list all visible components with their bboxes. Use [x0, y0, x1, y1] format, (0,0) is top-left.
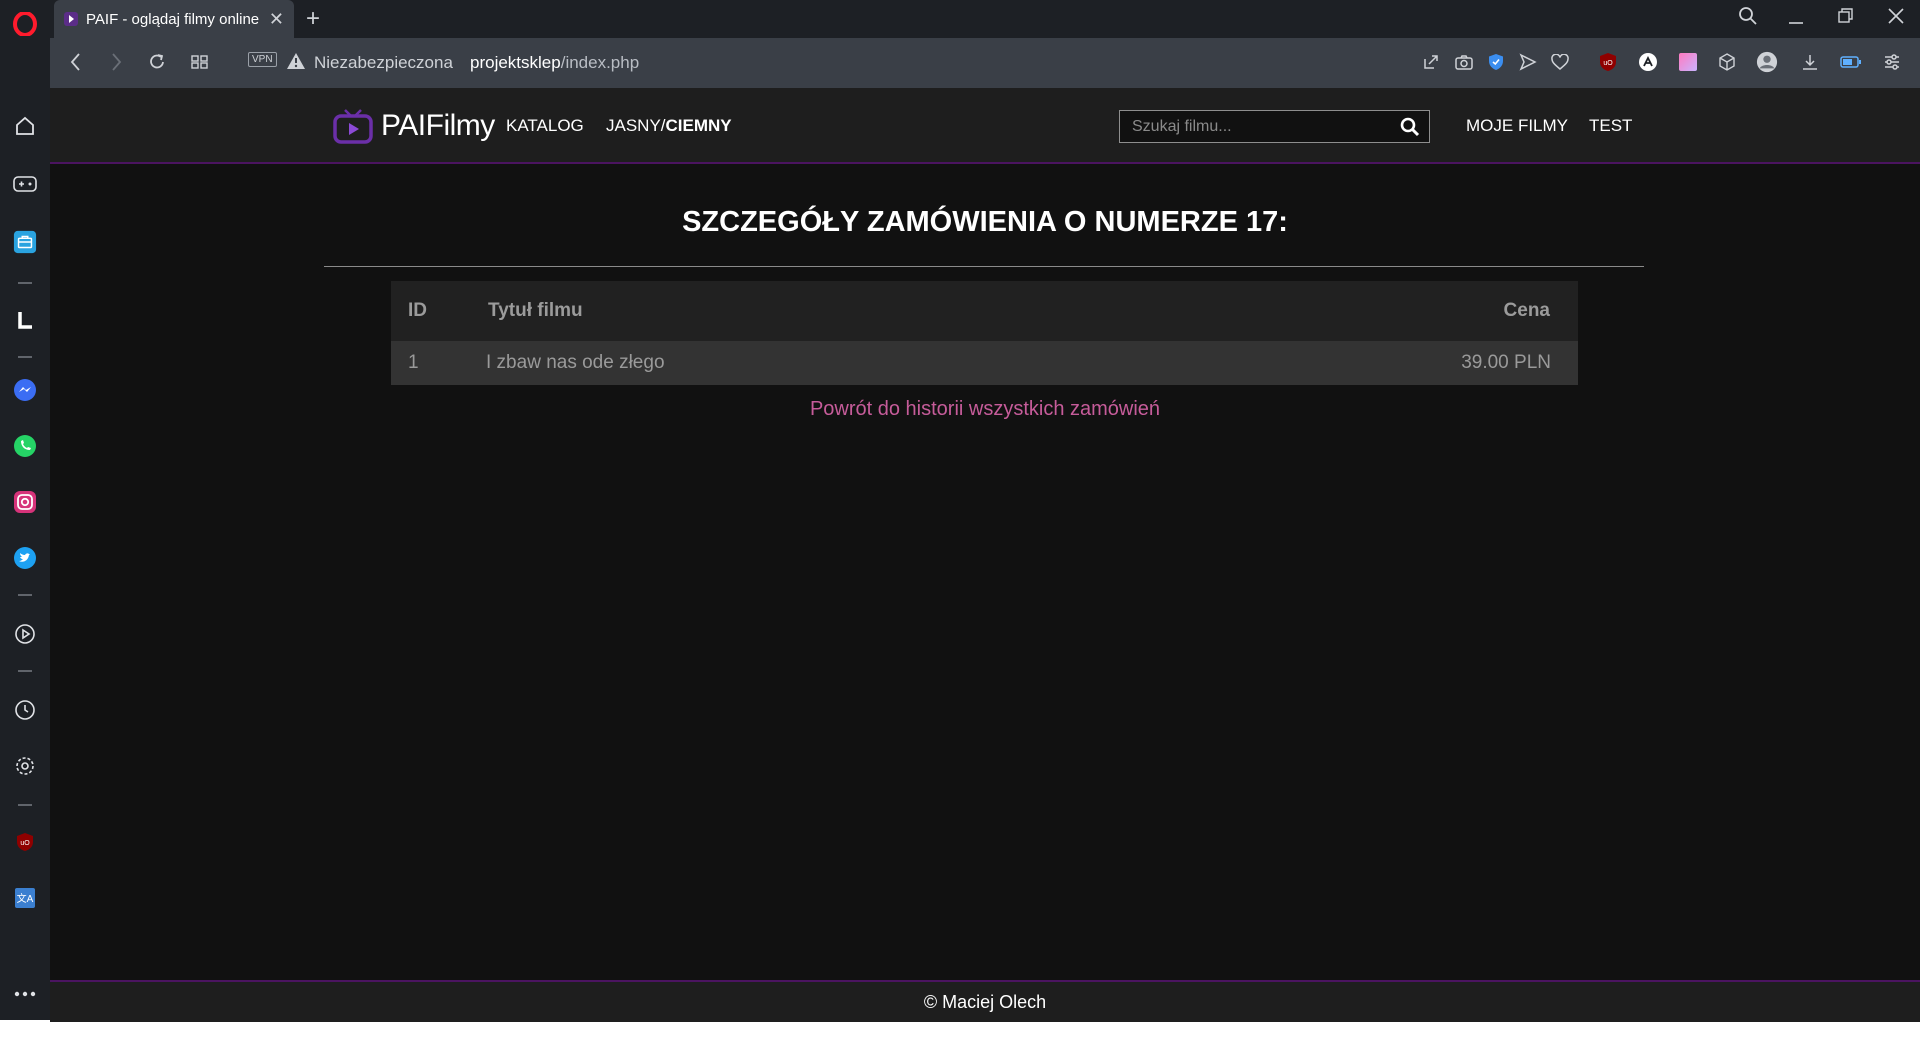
- heart-icon[interactable]: [1549, 51, 1571, 73]
- tab-strip: PAIF - oglądaj filmy online ✕ +: [50, 0, 1920, 38]
- table-header: ID Tytuł filmu Cena: [391, 281, 1578, 341]
- twitter-icon[interactable]: [13, 546, 37, 570]
- row-id: 1: [408, 352, 419, 373]
- browser-sidebar: uO 文A: [0, 0, 50, 1020]
- page-title: SZCZEGÓŁY ZAMÓWIENIA O NUMERZE 17:: [682, 206, 1288, 238]
- theme-dark-label: CIEMNY: [665, 116, 732, 135]
- nav-catalog-link[interactable]: KATALOG: [506, 116, 584, 136]
- web-page: PAIFilmy KATALOG JASNY/CIEMNY MOJE FILMY…: [50, 88, 1920, 1022]
- row-price: 39.00 PLN: [1461, 352, 1551, 373]
- close-window-icon[interactable]: [1886, 6, 1906, 32]
- nav-my-films-link[interactable]: MOJE FILMY: [1466, 116, 1568, 136]
- logo-text: PAIFilmy: [381, 109, 495, 142]
- sidebar-divider: [18, 804, 32, 806]
- sidebar-divider: [18, 356, 32, 358]
- security-status[interactable]: Niezabezpieczona: [314, 53, 453, 73]
- site-footer: © Maciej Olech: [50, 980, 1920, 1022]
- easy-setup-icon[interactable]: [1881, 51, 1903, 73]
- table-row: 1 I zbaw nas ode złego 39.00 PLN: [391, 341, 1578, 385]
- forward-icon[interactable]: [106, 50, 126, 80]
- history-icon[interactable]: [13, 698, 37, 722]
- search-icon[interactable]: [1400, 117, 1420, 142]
- svg-text:uO: uO: [20, 840, 30, 847]
- url-field[interactable]: projektsklep/index.php: [470, 53, 639, 73]
- messenger-icon[interactable]: [13, 378, 37, 402]
- nav-user-link[interactable]: TEST: [1589, 116, 1632, 136]
- close-tab-icon[interactable]: ✕: [269, 9, 284, 30]
- briefcase-icon[interactable]: [13, 230, 37, 254]
- row-title: I zbaw nas ode złego: [486, 352, 665, 373]
- search-input[interactable]: [1120, 111, 1404, 142]
- back-to-orders-link[interactable]: Powrót do historii wszystkich zamówień: [50, 398, 1920, 421]
- tv-play-icon: [333, 109, 373, 144]
- column-header-id: ID: [408, 300, 427, 321]
- address-bar: VPN Niezabezpieczona projektsklep/index.…: [50, 38, 1920, 88]
- cube-icon[interactable]: [1716, 51, 1738, 73]
- title-divider: [324, 266, 1644, 267]
- gamepad-icon[interactable]: [13, 172, 37, 196]
- sidebar-divider: [18, 282, 32, 284]
- minimize-icon[interactable]: [1787, 6, 1805, 32]
- share-icon[interactable]: [1420, 51, 1442, 73]
- tab-grid-icon[interactable]: [190, 50, 210, 80]
- ublock-icon[interactable]: uO: [13, 830, 37, 854]
- theme-toggle[interactable]: JASNY/CIEMNY: [606, 116, 732, 136]
- profile-avatar-icon[interactable]: [1756, 51, 1778, 73]
- restore-icon[interactable]: [1837, 6, 1855, 32]
- sidebar-divider: [18, 594, 32, 596]
- back-icon[interactable]: [66, 50, 86, 80]
- battery-saver-icon[interactable]: [1840, 51, 1862, 73]
- site-logo[interactable]: PAIFilmy: [333, 108, 495, 144]
- opera-logo-icon[interactable]: [13, 12, 37, 36]
- search-tabs-icon[interactable]: [1738, 6, 1758, 32]
- column-header-title: Tytuł filmu: [488, 300, 583, 321]
- shield-icon[interactable]: [1485, 51, 1507, 73]
- site-navbar: PAIFilmy KATALOG JASNY/CIEMNY MOJE FILMY…: [50, 88, 1920, 164]
- player-icon[interactable]: [13, 622, 37, 646]
- instagram-icon[interactable]: [13, 490, 37, 514]
- color-picker-extension-icon[interactable]: [1677, 51, 1699, 73]
- new-tab-button[interactable]: +: [306, 5, 320, 33]
- sidebar-divider: [18, 670, 32, 672]
- vpn-badge[interactable]: VPN: [248, 52, 277, 67]
- tab-title: PAIF - oglądaj filmy online: [86, 10, 260, 28]
- svg-text:文A: 文A: [17, 892, 34, 905]
- l-app-icon[interactable]: [13, 308, 37, 332]
- extension-icon[interactable]: [1637, 51, 1659, 73]
- url-host: projektsklep: [470, 53, 561, 72]
- translate-icon[interactable]: 文A: [13, 886, 37, 910]
- warning-icon[interactable]: [286, 52, 306, 75]
- send-icon[interactable]: [1517, 51, 1539, 73]
- more-options-icon[interactable]: [13, 982, 37, 1006]
- order-table: ID Tytuł filmu Cena 1 I zbaw nas ode złe…: [391, 281, 1578, 385]
- theme-light-label: JASNY/: [606, 116, 666, 135]
- svg-text:uO: uO: [1603, 60, 1613, 67]
- settings-icon[interactable]: [13, 754, 37, 778]
- whatsapp-icon[interactable]: [13, 434, 37, 458]
- column-header-price: Cena: [1503, 300, 1550, 321]
- reload-icon[interactable]: [146, 50, 168, 80]
- home-icon[interactable]: [13, 114, 37, 138]
- download-icon[interactable]: [1799, 51, 1821, 73]
- search-box: [1119, 110, 1430, 143]
- ublock-extension-icon[interactable]: uO: [1597, 51, 1619, 73]
- camera-icon[interactable]: [1453, 51, 1475, 73]
- footer-copyright: © Maciej Olech: [923, 992, 1047, 1012]
- url-path: /index.php: [560, 53, 640, 72]
- browser-tab[interactable]: PAIF - oglądaj filmy online ✕: [54, 0, 294, 38]
- site-favicon-icon: [64, 12, 78, 26]
